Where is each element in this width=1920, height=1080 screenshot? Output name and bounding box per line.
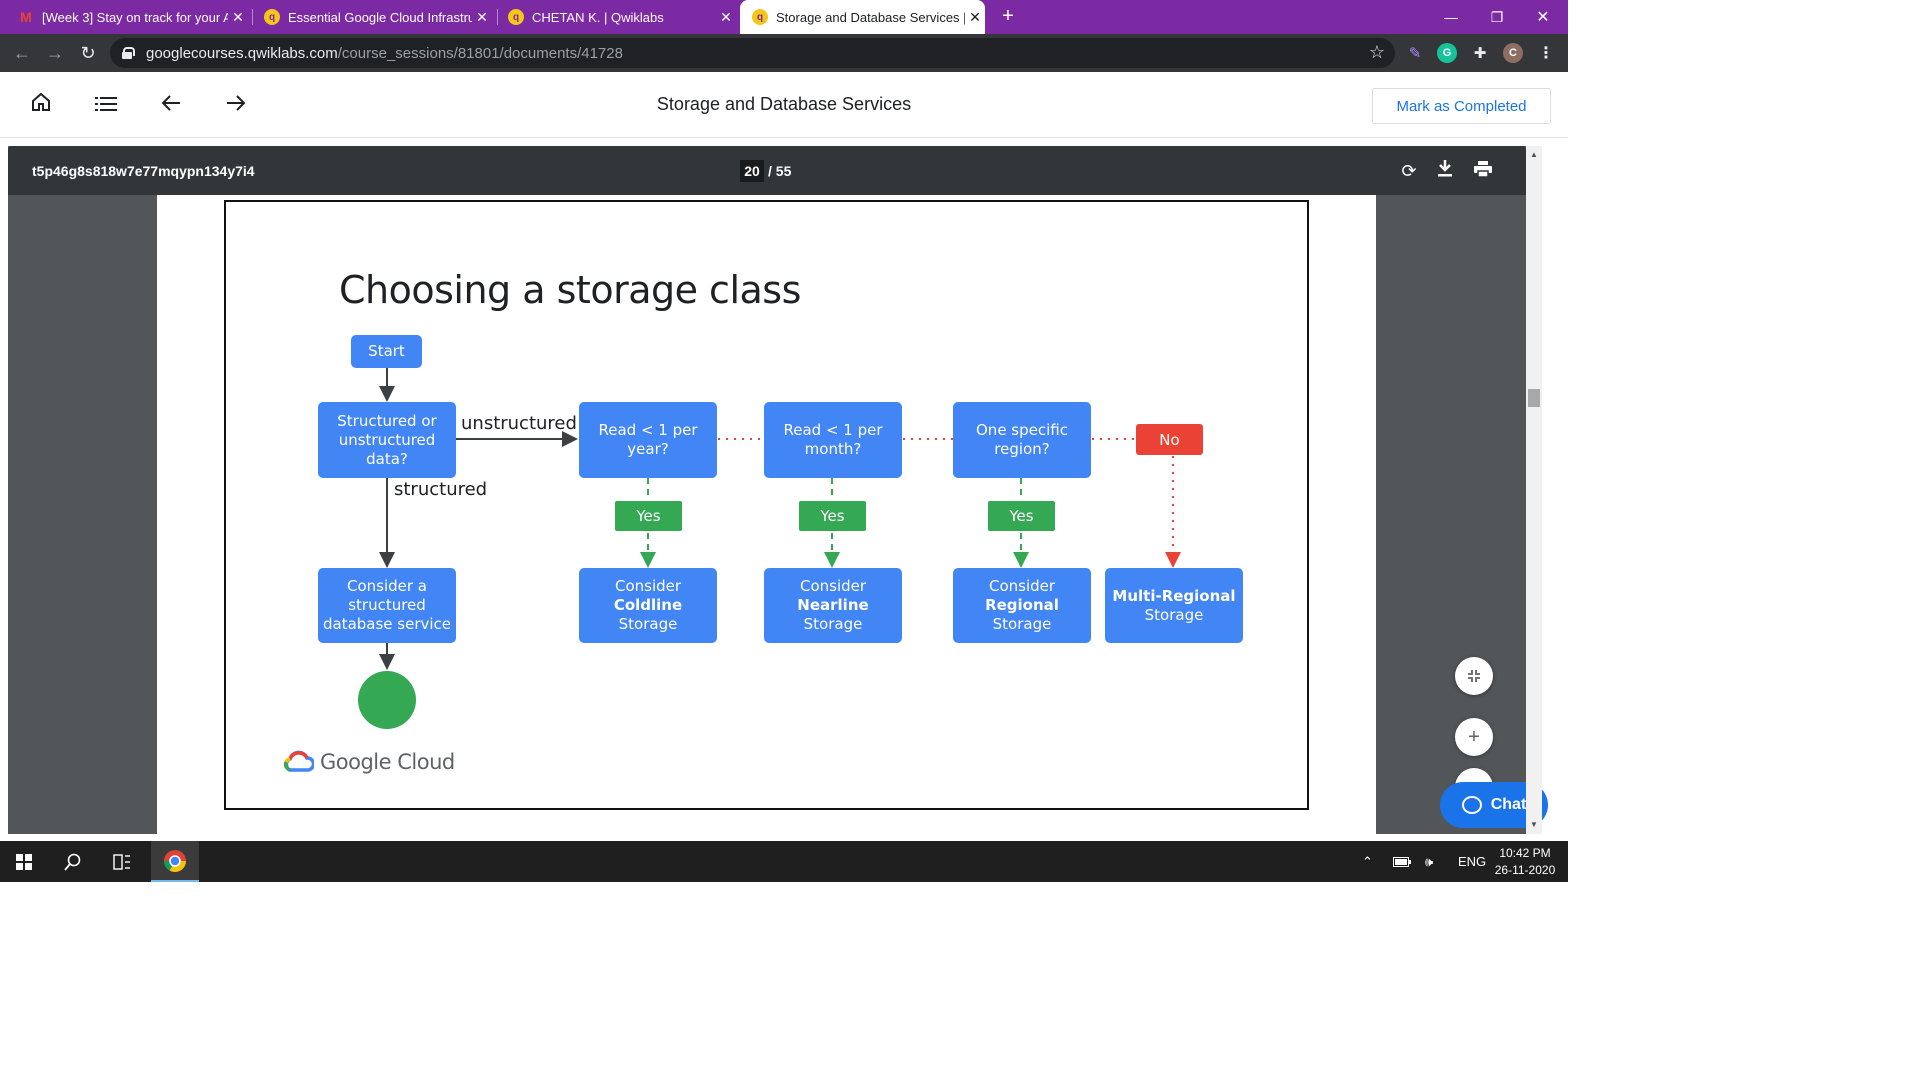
address-bar[interactable]: googlecourses.qwiklabs.com/course_sessio…	[110, 38, 1395, 68]
google-cloud-icon	[284, 750, 314, 772]
start-node: Start	[351, 335, 422, 368]
new-tab-icon[interactable]: +	[996, 4, 1020, 28]
tab-separator	[497, 9, 498, 25]
qwiklabs-icon: q	[752, 9, 768, 25]
next-arrow-icon[interactable]	[223, 92, 249, 118]
no-node: No	[1136, 424, 1203, 455]
close-icon[interactable]: ✕	[228, 9, 248, 26]
structured-db-node: Consider a structured database service	[318, 568, 456, 643]
pdf-viewer: t5p46g8s818w7e77mqypn134y7i4 20 / 55 ⟳ C…	[8, 146, 1526, 834]
pen-extension-icon[interactable]: ✎	[1405, 43, 1425, 63]
tab-title: CHETAN K. | Qwiklabs	[532, 9, 664, 25]
url-text: googlecourses.qwiklabs.com/course_sessio…	[146, 44, 623, 62]
tray-overflow-icon[interactable]: ⌃	[1362, 841, 1373, 882]
chrome-taskbar-icon[interactable]	[151, 841, 199, 882]
zoom-in-icon[interactable]: +	[1455, 718, 1493, 756]
restore-icon[interactable]: ❐	[1474, 0, 1520, 34]
tab-title: Storage and Database Services | (	[776, 9, 965, 25]
battery-icon[interactable]	[1393, 841, 1411, 882]
task-view-icon[interactable]	[98, 841, 146, 882]
chat-bubble-icon	[1461, 796, 1482, 814]
fit-page-icon[interactable]	[1455, 657, 1493, 695]
volume-icon[interactable]: 🕪	[1425, 841, 1433, 882]
reload-icon[interactable]: ↻	[76, 41, 100, 65]
nearline-result-node: Consider Nearline Storage	[764, 568, 902, 643]
browser-tab[interactable]: q Essential Google Cloud Infrastruc ✕	[264, 0, 492, 34]
mark-as-completed-button[interactable]: Mark as Completed	[1372, 88, 1551, 124]
windows-start-icon[interactable]	[0, 841, 48, 882]
tab-title: Essential Google Cloud Infrastruc	[288, 9, 472, 25]
lock-icon	[122, 47, 135, 59]
end-node	[358, 671, 416, 729]
google-cloud-logo: Google Cloud	[284, 750, 455, 774]
search-icon[interactable]	[49, 841, 97, 882]
brand-text: Google Cloud	[320, 750, 455, 774]
page-total: / 55	[768, 163, 792, 179]
browser-tab-strip: M [Week 3] Stay on track for your A ✕ q …	[0, 0, 1568, 34]
page-number-input[interactable]: 20	[740, 160, 764, 182]
pdf-page: Choosing a storage class Start Structure…	[157, 195, 1376, 834]
clock-time: 10:42 PM	[1499, 846, 1551, 860]
page-scrollbar[interactable]: ▲ ▼	[1526, 146, 1542, 834]
minimize-icon[interactable]: —	[1428, 0, 1474, 34]
windows-taskbar: ⌃ 🕪 ENG 10:42 PM 26-11-2020	[0, 841, 1568, 882]
pdf-filename: t5p46g8s818w7e77mqypn134y7i4	[32, 163, 255, 179]
chat-label: Chat	[1490, 796, 1527, 813]
forward-icon[interactable]: →	[43, 41, 67, 65]
slide: Choosing a storage class Start Structure…	[224, 200, 1309, 810]
browser-tab[interactable]: q CHETAN K. | Qwiklabs ✕	[508, 0, 736, 34]
scroll-down-icon[interactable]: ▼	[1526, 819, 1542, 831]
tab-title: [Week 3] Stay on track for your A	[42, 9, 228, 25]
profile-avatar[interactable]: C	[1503, 43, 1523, 63]
previous-arrow-icon[interactable]	[158, 92, 184, 118]
question-read-per-year: Read < 1 per year?	[579, 402, 717, 478]
tab-separator	[252, 9, 253, 25]
rotate-icon[interactable]: ⟳	[1397, 159, 1421, 183]
extensions-puzzle-icon[interactable]: ✚	[1470, 43, 1490, 63]
close-icon[interactable]: ✕	[965, 9, 985, 26]
scroll-thumb[interactable]	[1528, 389, 1540, 407]
multiregional-result-node: Multi-Regional Storage	[1105, 568, 1243, 643]
app-header: Storage and Database Services Mark as Co…	[0, 72, 1568, 138]
window-close-icon[interactable]: ✕	[1520, 0, 1566, 34]
grammarly-icon[interactable]: G	[1437, 43, 1457, 63]
label-structured: structured	[394, 479, 488, 500]
download-icon[interactable]	[1433, 159, 1457, 183]
browser-tab[interactable]: M [Week 3] Stay on track for your A ✕	[18, 0, 248, 34]
browser-menu-icon[interactable]: ⋮	[1536, 43, 1556, 63]
yes-node: Yes	[988, 501, 1055, 531]
browser-tab-active[interactable]: q Storage and Database Services | ( ✕	[740, 0, 985, 34]
question-one-region: One specific region?	[953, 402, 1091, 478]
decision-structured-node: Structured or unstructured data?	[318, 402, 456, 478]
system-clock[interactable]: 10:42 PM 26-11-2020	[1486, 845, 1564, 879]
label-unstructured: unstructured	[461, 413, 577, 434]
home-icon[interactable]	[28, 92, 54, 118]
back-icon[interactable]: ←	[10, 41, 34, 65]
qwiklabs-icon: q	[508, 9, 524, 25]
qwiklabs-icon: q	[264, 9, 280, 25]
page-title: Storage and Database Services	[656, 94, 912, 114]
gmail-icon: M	[20, 9, 32, 25]
coldline-result-node: Consider Coldline Storage	[579, 568, 717, 643]
yes-node: Yes	[615, 501, 682, 531]
browser-toolbar: ← → ↻ googlecourses.qwiklabs.com/course_…	[0, 34, 1568, 72]
question-read-per-month: Read < 1 per month?	[764, 402, 902, 478]
pdf-toolbar: t5p46g8s818w7e77mqypn134y7i4 20 / 55 ⟳	[8, 146, 1526, 195]
bookmark-star-icon[interactable]: ☆	[1369, 42, 1385, 63]
regional-result-node: Consider Regional Storage	[953, 568, 1091, 643]
print-icon[interactable]	[1471, 159, 1495, 183]
close-icon[interactable]: ✕	[472, 9, 492, 26]
list-icon[interactable]	[93, 92, 119, 118]
scroll-up-icon[interactable]: ▲	[1526, 149, 1542, 161]
yes-node: Yes	[799, 501, 866, 531]
clock-date: 26-11-2020	[1494, 863, 1556, 877]
close-icon[interactable]: ✕	[716, 9, 736, 26]
language-indicator[interactable]: ENG	[1458, 841, 1486, 882]
